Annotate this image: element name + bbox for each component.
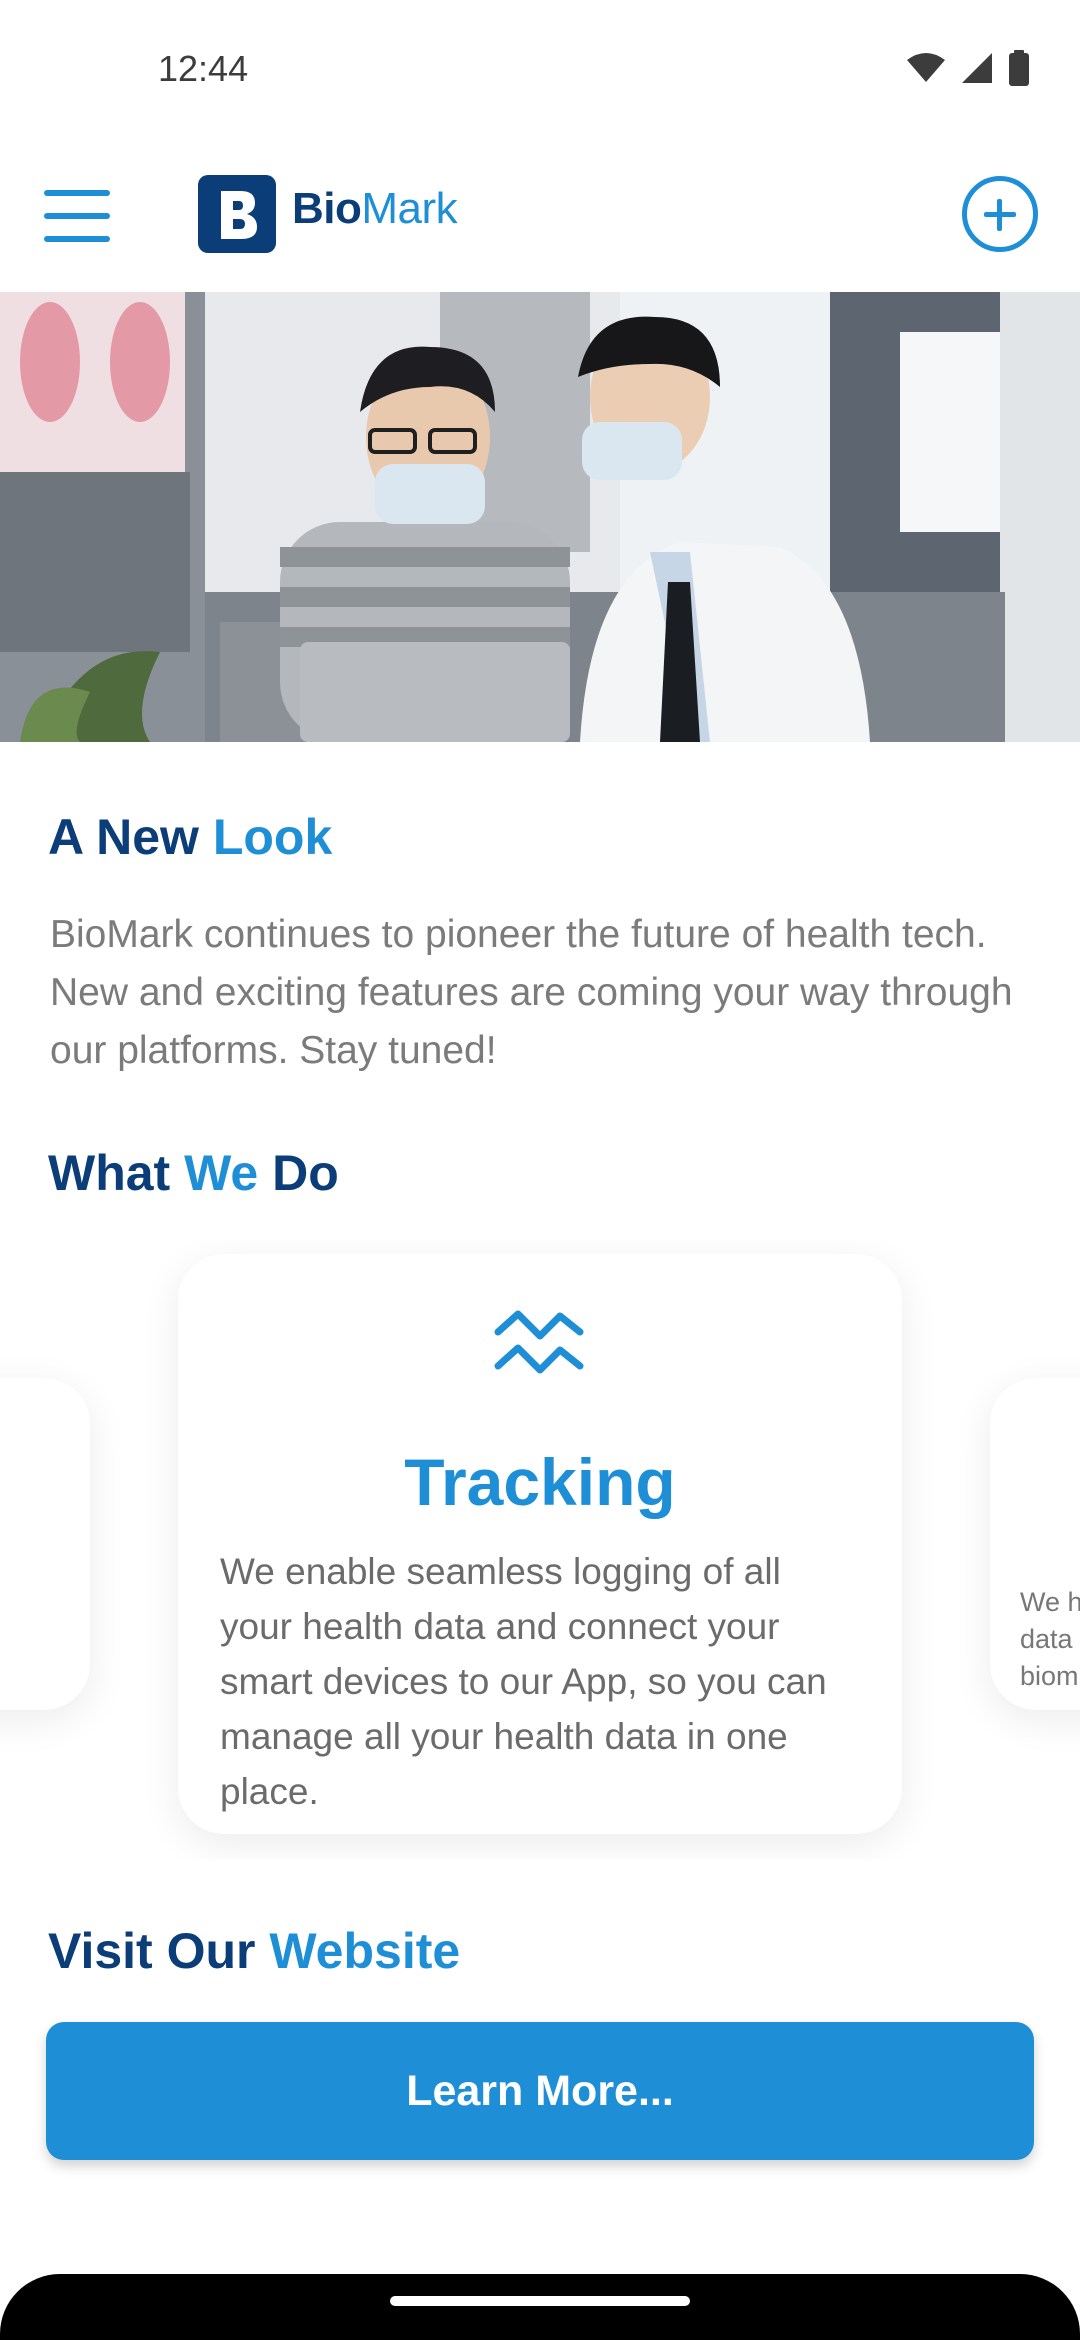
system-navigation-bar bbox=[0, 2274, 1080, 2340]
what-we-do-title-part1: What bbox=[48, 1145, 185, 1201]
menu-icon-line bbox=[44, 236, 110, 242]
brand-wordmark: BioMark bbox=[292, 184, 458, 234]
battery-icon bbox=[1009, 50, 1029, 86]
services-carousel[interactable]: Tracking We enable seamless logging of a… bbox=[0, 1240, 1080, 1860]
section-title-visit-website: Visit Our Website bbox=[48, 1922, 460, 1980]
menu-icon-line bbox=[44, 213, 110, 219]
wifi-icon bbox=[907, 53, 945, 82]
menu-icon-line bbox=[44, 190, 110, 196]
service-card-tracking[interactable]: Tracking We enable seamless logging of a… bbox=[178, 1254, 902, 1834]
preview-line: We h bbox=[1020, 1587, 1080, 1617]
hero-image bbox=[0, 292, 1080, 742]
service-card-description: We enable seamless logging of all your h… bbox=[220, 1551, 827, 1812]
section-title-what-we-do: What We Do bbox=[48, 1144, 339, 1202]
new-look-title-part1: A New bbox=[48, 809, 213, 865]
biomark-logo-icon bbox=[198, 175, 276, 253]
home-indicator[interactable] bbox=[390, 2296, 690, 2306]
service-card-next[interactable]: We h data biom bbox=[990, 1378, 1080, 1710]
app-header: BioMark bbox=[0, 140, 1080, 292]
new-look-description: BioMark continues to pioneer the future … bbox=[50, 913, 1013, 1072]
section-title-new-look: A New Look bbox=[48, 808, 332, 866]
visit-website-title-part1: Visit Our bbox=[48, 1923, 270, 1979]
status-time: 12:44 bbox=[158, 48, 249, 89]
tracking-zigzag-icon bbox=[494, 1310, 584, 1374]
what-we-do-title-accent: We bbox=[184, 1145, 259, 1201]
service-card-title: Tracking bbox=[404, 1445, 676, 1519]
doctor-consultation-illustration bbox=[0, 292, 1080, 742]
next-card-preview-text: We h data biom bbox=[1020, 1584, 1080, 1695]
preview-line: data bbox=[1020, 1624, 1073, 1654]
visit-website-title-accent: Website bbox=[269, 1923, 461, 1979]
service-card-previous[interactable] bbox=[0, 1378, 90, 1710]
preview-line: biom bbox=[1020, 1661, 1079, 1691]
what-we-do-title-part3: Do bbox=[258, 1145, 339, 1201]
status-bar: 12:44 bbox=[0, 0, 1080, 140]
status-icons bbox=[906, 50, 1030, 86]
menu-button[interactable] bbox=[44, 190, 110, 242]
new-look-title-accent: Look bbox=[212, 809, 333, 865]
brand-wordmark-bio: Bio bbox=[292, 184, 362, 233]
brand-wordmark-mark: Mark bbox=[361, 184, 458, 233]
learn-more-button[interactable]: Learn More... bbox=[46, 2022, 1034, 2160]
add-circle-icon[interactable] bbox=[962, 176, 1038, 252]
cell-signal-icon bbox=[962, 53, 992, 83]
